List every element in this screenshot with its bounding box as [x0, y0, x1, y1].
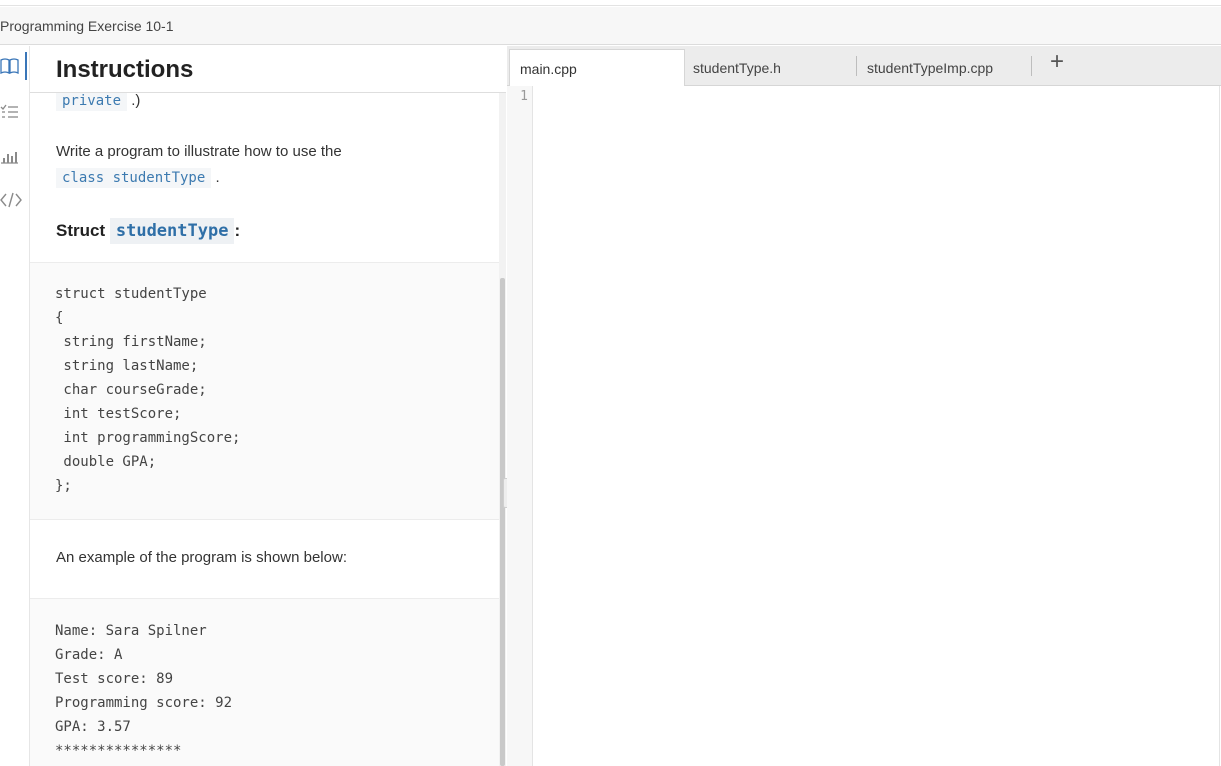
line-number-gutter: 1: [507, 86, 533, 766]
add-file-button[interactable]: +: [1043, 50, 1071, 78]
heading-prefix: Struct: [56, 221, 106, 240]
book-icon[interactable]: [0, 57, 24, 79]
heading-suffix: :: [234, 221, 241, 240]
instructions-scrollbar[interactable]: [499, 93, 506, 766]
tab-main-cpp[interactable]: main.cpp: [509, 49, 685, 86]
section-heading: Struct studentType:: [56, 218, 241, 244]
code-line: string lastName;: [55, 358, 199, 374]
editor-tab-bar: main.cpp studentType.h studentTypeImp.cp…: [507, 46, 1221, 86]
instructions-title: Instructions: [56, 56, 194, 83]
output-line: Grade: A: [55, 647, 123, 663]
code-line: struct studentType: [55, 286, 207, 302]
heading-code: studentType: [109, 218, 235, 244]
output-line: ***************: [55, 743, 182, 759]
instructions-panel[interactable]: private .) Write a program to illustrate…: [30, 93, 500, 766]
tab-studenttypeimp-cpp[interactable]: studentTypeImp.cpp: [857, 49, 1027, 85]
code-line: string firstName;: [55, 334, 207, 350]
line-number: 1: [520, 89, 528, 104]
tab-label: studentType.h: [693, 60, 781, 76]
active-indicator: [25, 52, 27, 80]
editor-border: [1219, 86, 1220, 766]
output-line: Test score: 89: [55, 671, 174, 687]
inline-code: private: [56, 93, 128, 111]
chart-icon[interactable]: [0, 147, 24, 169]
tab-label: main.cpp: [520, 61, 577, 77]
fragment-line: private .): [56, 93, 141, 111]
output-line: Programming score: 92: [55, 695, 233, 711]
struct-code-block: struct studentType { string firstName; s…: [30, 262, 500, 520]
code-line: {: [55, 310, 64, 326]
paragraph-intro-code: class studentType .: [56, 168, 220, 188]
output-line: GPA: 3.57: [55, 719, 131, 735]
code-line: int testScore;: [55, 406, 182, 422]
code-editor[interactable]: 1: [507, 86, 1221, 766]
code-line: double GPA;: [55, 454, 157, 470]
paragraph-example: An example of the program is shown below…: [56, 549, 347, 566]
top-strip: [0, 0, 1221, 6]
tab-divider: [1031, 56, 1032, 76]
window-title: Programming Exercise 10-1: [0, 18, 174, 34]
code-line: int programmingScore;: [55, 430, 241, 446]
paragraph-tail: .: [215, 169, 220, 186]
paragraph-intro: Write a program to illustrate how to use…: [56, 143, 342, 160]
tab-studenttype-h[interactable]: studentType.h: [683, 49, 853, 85]
code-line: char courseGrade;: [55, 382, 207, 398]
code-icon[interactable]: [0, 191, 24, 213]
instructions-header: Instructions: [30, 46, 506, 93]
scrollbar-thumb[interactable]: [500, 278, 505, 766]
title-bar: Programming Exercise 10-1: [0, 7, 1221, 45]
fragment-tail: .): [131, 93, 141, 109]
example-output-block: Name: Sara Spilner Grade: A Test score: …: [30, 598, 500, 766]
side-rail: [0, 46, 30, 766]
checklist-icon[interactable]: [0, 103, 24, 125]
inline-code: class studentType: [56, 168, 212, 188]
tab-label: studentTypeImp.cpp: [867, 60, 994, 76]
output-line: Name: Sara Spilner: [55, 623, 207, 639]
code-line: };: [55, 478, 72, 494]
